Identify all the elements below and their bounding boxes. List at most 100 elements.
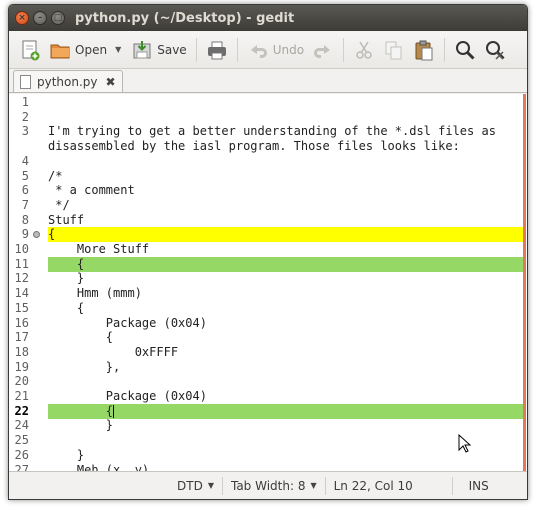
code-line-text: */ bbox=[48, 197, 70, 212]
line-number: 10 bbox=[14, 242, 29, 256]
line-number: 5 bbox=[21, 168, 29, 183]
text-file-icon bbox=[20, 74, 31, 89]
code-line[interactable]: 18 0xFFFF bbox=[9, 345, 524, 360]
code-line[interactable]: 20 bbox=[9, 374, 524, 389]
copy-button[interactable] bbox=[379, 35, 409, 65]
code-line-text: * a comment bbox=[48, 183, 135, 198]
toolbar-separator bbox=[343, 37, 345, 62]
minimize-window-button[interactable]: – bbox=[33, 11, 47, 25]
insert-mode: INS bbox=[469, 479, 489, 493]
code-line[interactable]: 9{ bbox=[9, 227, 524, 243]
insert-mode-label: INS bbox=[468, 478, 489, 493]
redo-icon bbox=[312, 39, 334, 61]
line-number: 11 bbox=[14, 256, 29, 271]
redo-button[interactable] bbox=[308, 35, 338, 65]
tab-python-py[interactable]: python.py ✖ bbox=[13, 70, 123, 92]
toolbar-separator bbox=[444, 37, 446, 62]
code-line[interactable]: disassembled by the iasl program. Those … bbox=[9, 139, 524, 154]
code-line[interactable]: 8 Stuff bbox=[9, 213, 524, 228]
right-margin-line bbox=[523, 94, 526, 473]
find-replace-icon bbox=[484, 39, 506, 61]
cut-button[interactable] bbox=[349, 35, 379, 65]
new-document-icon bbox=[19, 39, 41, 61]
find-replace-button[interactable] bbox=[480, 35, 510, 65]
document-tab-bar: python.py ✖ bbox=[9, 69, 527, 93]
code-line-text: disassembled by the iasl program. Those … bbox=[48, 139, 460, 154]
code-line-text: 0xFFFF bbox=[48, 344, 179, 359]
chevron-down-icon: ▼ bbox=[310, 481, 317, 490]
line-number: 2 bbox=[21, 109, 29, 124]
code-line[interactable]: 17 { bbox=[9, 330, 524, 345]
code-line[interactable]: 2 bbox=[9, 110, 524, 125]
gedit-window: × – □ python.py (~/Desktop) - gedit Open… bbox=[8, 4, 528, 500]
close-window-button[interactable]: × bbox=[15, 11, 29, 25]
paste-button[interactable] bbox=[409, 35, 439, 65]
status-bar: DTD ▼ Tab Width: 8 ▼ Ln 22, Col 10 INS bbox=[9, 471, 527, 499]
line-number: 8 bbox=[21, 212, 29, 227]
open-recent-dropdown-icon[interactable]: ▼ bbox=[115, 45, 121, 54]
code-line[interactable]: 15 { bbox=[9, 301, 524, 316]
code-line[interactable]: 16 Package (0x04) bbox=[9, 316, 524, 331]
cursor-position-label: Ln 22, Col 10 bbox=[333, 478, 413, 493]
code-line[interactable]: 5 /* bbox=[9, 169, 524, 184]
print-button[interactable] bbox=[202, 35, 232, 65]
line-number: 12 bbox=[14, 271, 29, 286]
code-line[interactable]: 4 bbox=[9, 154, 524, 169]
find-button[interactable] bbox=[450, 35, 480, 65]
title-bar: × – □ python.py (~/Desktop) - gedit bbox=[9, 5, 527, 31]
save-icon bbox=[131, 39, 153, 61]
code-line[interactable]: 7 */ bbox=[9, 198, 524, 213]
line-number: 9 bbox=[21, 227, 29, 242]
text-editor[interactable]: 1 2 3 I'm trying to get a better understand… bbox=[9, 94, 527, 473]
close-tab-icon[interactable]: ✖ bbox=[106, 75, 116, 89]
toolbar-separator bbox=[195, 37, 197, 62]
new-document-button[interactable] bbox=[15, 35, 45, 65]
code-line[interactable]: 24 } bbox=[9, 418, 524, 433]
maximize-window-button[interactable]: □ bbox=[51, 11, 65, 25]
status-separator bbox=[451, 476, 453, 495]
save-button[interactable]: Save bbox=[127, 35, 190, 65]
code-line-text: Package (0x04) bbox=[48, 389, 207, 403]
code-line-text: { bbox=[48, 403, 524, 419]
line-number: 20 bbox=[14, 374, 29, 389]
bookmark-marker-icon[interactable] bbox=[33, 231, 40, 239]
save-label: Save bbox=[157, 42, 187, 57]
code-line[interactable]: 26 } bbox=[9, 448, 524, 463]
syntax-mode-label: DTD bbox=[177, 478, 203, 493]
line-number: 3 bbox=[21, 124, 29, 139]
cursor-position: Ln 22, Col 10 bbox=[334, 479, 444, 493]
code-line[interactable]: 1 bbox=[9, 95, 524, 110]
undo-label: Undo bbox=[272, 42, 305, 57]
code-line[interactable]: 21 Package (0x04) bbox=[9, 389, 524, 404]
code-line-text: Hmm (mmm) bbox=[48, 286, 142, 301]
code-line-text: }, bbox=[48, 359, 121, 374]
code-line-text: } bbox=[48, 271, 85, 286]
text-cursor bbox=[113, 404, 115, 418]
code-line-text: } bbox=[48, 447, 85, 462]
line-number: 17 bbox=[14, 330, 29, 345]
syntax-mode-dropdown[interactable]: DTD ▼ bbox=[177, 479, 214, 493]
code-line[interactable]: 19 }, bbox=[9, 360, 524, 375]
code-line-text: I'm trying to get a better understanding… bbox=[48, 124, 496, 139]
tab-width-dropdown[interactable]: Tab Width: 8 ▼ bbox=[231, 479, 317, 493]
code-line[interactable]: 6 * a comment bbox=[9, 183, 524, 198]
line-number: 22 bbox=[14, 403, 29, 418]
line-number: 4 bbox=[21, 153, 29, 168]
undo-button[interactable]: Undo bbox=[243, 35, 308, 65]
chevron-down-icon: ▼ bbox=[207, 481, 214, 490]
open-button[interactable]: Open bbox=[45, 35, 111, 65]
code-line[interactable]: 3 I'm trying to get a better understandin… bbox=[9, 124, 524, 139]
code-line[interactable]: 25 bbox=[9, 433, 524, 448]
line-number: 1 bbox=[21, 95, 29, 109]
code-line[interactable]: 11 { bbox=[9, 256, 524, 272]
printer-icon bbox=[206, 39, 228, 61]
code-line[interactable]: 22 { bbox=[9, 403, 524, 419]
code-line[interactable]: 10 More Stuff bbox=[9, 242, 524, 257]
code-line[interactable]: 12 } bbox=[9, 271, 524, 286]
copy-icon bbox=[383, 39, 405, 61]
line-number: 16 bbox=[14, 315, 29, 330]
code-line[interactable]: 14 Hmm (mmm) bbox=[9, 286, 524, 301]
